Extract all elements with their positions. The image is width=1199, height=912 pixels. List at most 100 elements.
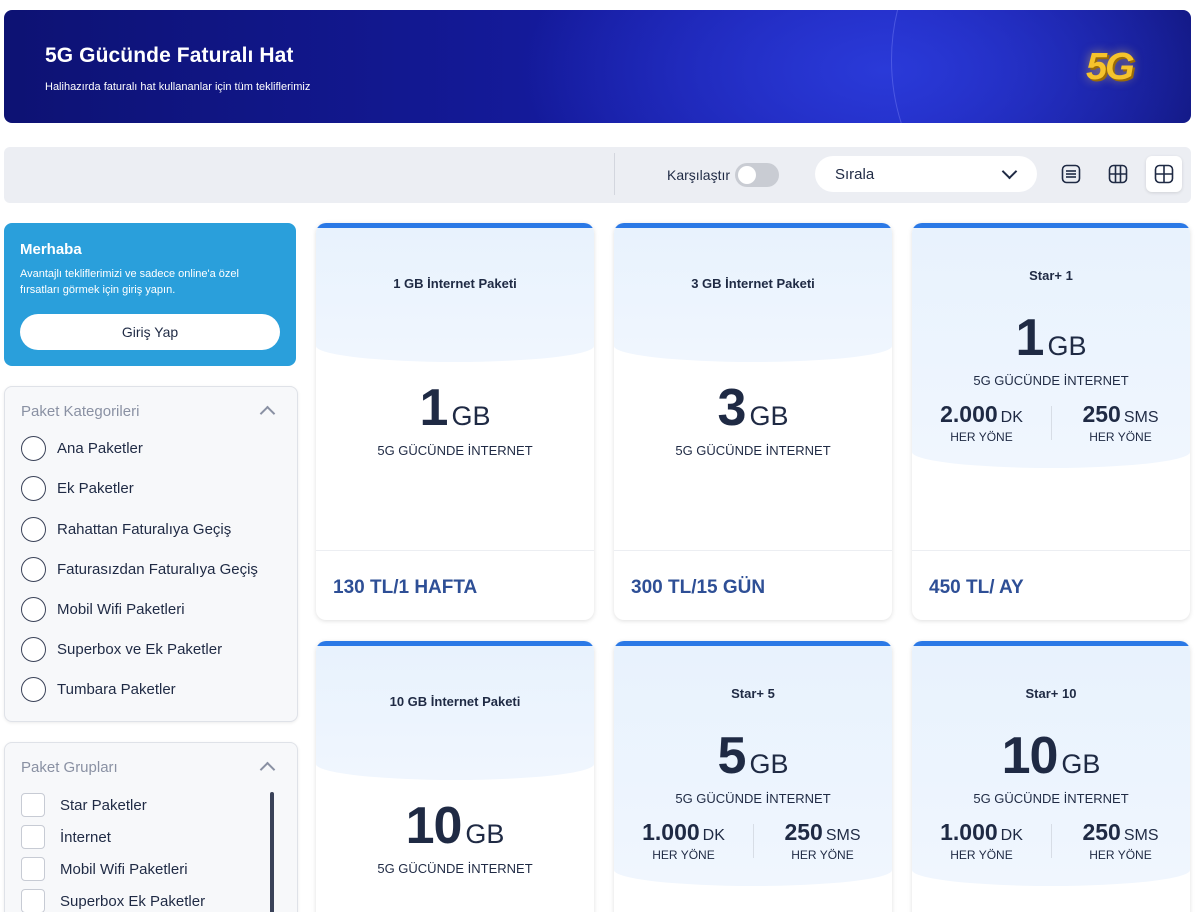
package-price: 450 TL/ AY [929, 577, 1024, 598]
category-label: Ek Paketler [57, 479, 134, 497]
category-label: Rahattan Faturalıya Geçiş [57, 520, 232, 538]
minutes-description: HER YÖNE [652, 848, 715, 862]
data-unit: GB [1047, 331, 1087, 361]
group-option[interactable]: Superbox Ek Paketler [21, 889, 205, 912]
checkbox[interactable] [21, 889, 45, 912]
radio-button[interactable] [21, 435, 46, 461]
category-label: Superbox ve Ek Paketler [57, 640, 223, 658]
login-text: Avantajlı tekliflerimizi ve sadece onlin… [20, 268, 239, 296]
minutes-description: HER YÖNE [950, 848, 1013, 862]
group-option[interactable]: Star Paketler [21, 793, 147, 817]
sms-description: HER YÖNE [1089, 848, 1152, 862]
card-divider [316, 550, 594, 551]
data-value: 5 [717, 727, 747, 785]
data-unit: GB [749, 749, 789, 779]
package-card[interactable]: Star+ 10 10 GB 5G GÜCÜNDE İNTERNET 1.000 D… [912, 641, 1190, 912]
category-option[interactable]: Superbox ve Ek Paketler [21, 636, 222, 662]
category-option[interactable]: Mobil Wifi Paketleri [21, 596, 185, 622]
tile-view-button[interactable] [1146, 156, 1182, 192]
toolbar-divider [614, 153, 615, 195]
sms-unit: SMS [1123, 409, 1159, 426]
data-description: 5G GÜCÜNDE İNTERNET [973, 791, 1129, 806]
category-option[interactable]: Ana Paketler [21, 435, 143, 461]
page-title: 5G Gücünde Faturalı Hat [45, 44, 294, 67]
group-label: İnternet [60, 828, 111, 846]
chevron-up-icon[interactable] [259, 405, 276, 422]
data-value: 10 [405, 797, 463, 855]
list-view-button[interactable] [1053, 156, 1089, 192]
package-name: Star+ 10 [1025, 686, 1077, 701]
data-unit: GB [1061, 749, 1101, 779]
minutes-value: 1.000 [940, 819, 998, 845]
card-divider [614, 550, 892, 551]
checkbox[interactable] [21, 857, 45, 881]
data-value: 1 [1015, 309, 1045, 367]
list-view-icon [1061, 164, 1081, 184]
login-button[interactable]: Giriş Yap [20, 314, 280, 350]
package-card[interactable]: Star+ 1 1 GB 5G GÜCÜNDE İNTERNET 2.000 DK … [912, 223, 1190, 620]
category-option[interactable]: Ek Paketler [21, 475, 134, 501]
minutes-unit: DK [702, 827, 725, 844]
package-card[interactable]: 1 GB İnternet Paketi 1 GB 5G GÜCÜNDE İNTE… [316, 223, 594, 620]
package-name: 10 GB İnternet Paketi [389, 694, 521, 709]
sms-description: HER YÖNE [791, 848, 854, 862]
package-card[interactable]: 3 GB İnternet Paketi 3 GB 5G GÜCÜNDE İNTE… [614, 223, 892, 620]
group-label: Star Paketler [60, 796, 147, 814]
group-option[interactable]: Mobil Wifi Paketleri [21, 857, 188, 881]
category-filter-panel: Paket Kategorileri Ana Paketler Ek Paket… [4, 386, 298, 722]
package-price: 130 TL/1 HAFTA [333, 577, 478, 598]
category-label: Ana Paketler [57, 439, 143, 457]
data-description: 5G GÜCÜNDE İNTERNET [675, 443, 831, 458]
category-label: Mobil Wifi Paketleri [57, 600, 185, 618]
group-label: Mobil Wifi Paketleri [60, 860, 188, 878]
scrollbar[interactable] [270, 792, 274, 912]
toolbar: Karşılaştır Sırala [4, 147, 1191, 203]
sms-value: 250 [1082, 401, 1121, 427]
package-card[interactable]: 10 GB İnternet Paketi 10 GB 5G GÜCÜNDE İN… [316, 641, 594, 912]
package-name: 1 GB İnternet Paketi [393, 276, 517, 291]
package-name: Star+ 1 [1029, 268, 1073, 283]
minutes-unit: DK [1000, 827, 1023, 844]
data-description: 5G GÜCÜNDE İNTERNET [377, 861, 533, 876]
card-header [316, 228, 594, 362]
radio-button[interactable] [21, 556, 46, 582]
compare-label: Karşılaştır [667, 167, 731, 183]
radio-button[interactable] [21, 516, 46, 542]
radio-button[interactable] [21, 676, 46, 702]
sort-dropdown[interactable]: Sırala [815, 156, 1037, 192]
data-unit: GB [465, 819, 505, 849]
card-header [614, 228, 892, 362]
banner-decoration [891, 10, 1191, 123]
radio-button[interactable] [21, 475, 46, 501]
package-card[interactable]: Star+ 5 5 GB 5G GÜCÜNDE İNTERNET 1.000 DK … [614, 641, 892, 912]
category-option[interactable]: Rahattan Faturalıya Geçiş [21, 516, 231, 542]
radio-button[interactable] [21, 636, 46, 662]
data-unit: GB [749, 401, 789, 431]
data-description: 5G GÜCÜNDE İNTERNET [377, 443, 533, 458]
data-value: 3 [717, 379, 747, 437]
group-filter-panel: Paket Grupları Star Paketler İnternet Mo… [4, 742, 298, 912]
toggle-knob [738, 166, 756, 184]
data-description: 5G GÜCÜNDE İNTERNET [973, 373, 1129, 388]
package-name: 3 GB İnternet Paketi [691, 276, 815, 291]
card-divider [912, 550, 1190, 551]
group-option[interactable]: İnternet [21, 825, 111, 849]
minutes-stat: 1.000 DK HER YÖNE [912, 819, 1051, 862]
data-value: 1 [419, 379, 449, 437]
category-option[interactable]: Faturasızdan Faturalıya Geçiş [21, 556, 258, 582]
package-name: Star+ 5 [731, 686, 775, 701]
category-option[interactable]: Tumbara Paketler [21, 676, 176, 702]
tile-view-icon [1154, 164, 1174, 184]
hero-banner: 5G Gücünde Faturalı Hat Halihazırda fatu… [4, 10, 1191, 123]
data-description: 5G GÜCÜNDE İNTERNET [675, 791, 831, 806]
chevron-up-icon[interactable] [259, 761, 276, 778]
category-label: Tumbara Paketler [57, 680, 176, 698]
compare-toggle[interactable] [735, 163, 779, 187]
radio-button[interactable] [21, 596, 46, 622]
sort-label: Sırala [835, 166, 875, 183]
checkbox[interactable] [21, 793, 45, 817]
data-unit: GB [451, 401, 491, 431]
page-subtitle: Halihazırda faturalı hat kullananlar içi… [45, 81, 311, 93]
grid-view-button[interactable] [1100, 156, 1136, 192]
checkbox[interactable] [21, 825, 45, 849]
